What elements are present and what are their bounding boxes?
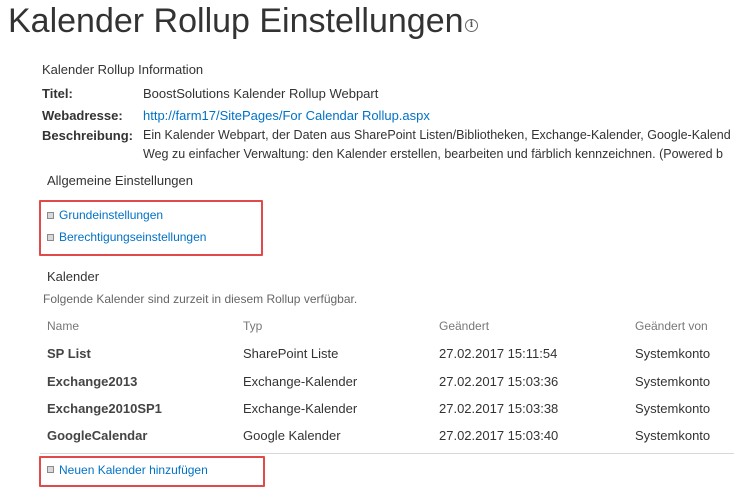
- table-row-modified-by: Systemkonto: [635, 346, 711, 361]
- page-title: Kalender Rollup Einstellungen: [8, 2, 464, 40]
- add-calendar-link[interactable]: Neuen Kalender hinzufügen: [59, 463, 208, 477]
- description-line-2: Weg zu einfacher Verwaltung: den Kalende…: [143, 147, 723, 161]
- url-link[interactable]: http://farm17/SitePages/For Calendar Rol…: [143, 108, 430, 123]
- table-row-name[interactable]: GoogleCalendar: [47, 428, 147, 443]
- table-row-modified-by: Systemkonto: [635, 401, 711, 416]
- table-row-modified-by: Systemkonto: [635, 374, 711, 389]
- info-section-heading: Kalender Rollup Information: [42, 62, 204, 77]
- title-value: BoostSolutions Kalender Rollup Webpart: [143, 86, 379, 101]
- table-row-modified: 27.02.2017 15:11:54: [439, 346, 558, 361]
- table-row-type: Exchange-Kalender: [243, 374, 358, 389]
- description-label: Beschreibung:: [42, 128, 134, 143]
- url-label: Webadresse:: [42, 108, 123, 123]
- bullet-icon: [47, 466, 54, 473]
- bullet-icon: [47, 234, 54, 241]
- table-row-type: Google Kalender: [243, 428, 341, 443]
- table-row-modified: 27.02.2017 15:03:38: [439, 401, 559, 416]
- column-header-modified-by[interactable]: Geändert von: [635, 319, 708, 333]
- column-header-name[interactable]: Name: [47, 319, 79, 333]
- calendars-heading: Kalender: [47, 269, 100, 284]
- table-row-modified-by: Systemkonto: [635, 428, 711, 443]
- description-line-1: Ein Kalender Webpart, der Daten aus Shar…: [143, 128, 731, 142]
- info-icon[interactable]: i: [465, 19, 478, 32]
- table-row-name[interactable]: Exchange2010SP1: [47, 401, 162, 416]
- table-row-type: Exchange-Kalender: [243, 401, 358, 416]
- table-divider: [40, 453, 734, 454]
- calendars-description: Folgende Kalender sind zurzeit in diesem…: [43, 292, 358, 306]
- column-header-modified[interactable]: Geändert: [439, 319, 489, 333]
- table-row-modified: 27.02.2017 15:03:36: [439, 374, 559, 389]
- basic-settings-link[interactable]: Grundeinstellungen: [59, 208, 163, 222]
- table-row-name[interactable]: Exchange2013: [47, 374, 137, 389]
- table-row-name[interactable]: SP List: [47, 346, 91, 361]
- table-row-modified: 27.02.2017 15:03:40: [439, 428, 559, 443]
- bullet-icon: [47, 212, 54, 219]
- column-header-type[interactable]: Typ: [243, 319, 262, 333]
- table-row-type: SharePoint Liste: [243, 346, 339, 361]
- general-settings-heading: Allgemeine Einstellungen: [47, 173, 193, 188]
- title-label: Titel:: [42, 86, 73, 101]
- permission-settings-link[interactable]: Berechtigungseinstellungen: [59, 230, 206, 244]
